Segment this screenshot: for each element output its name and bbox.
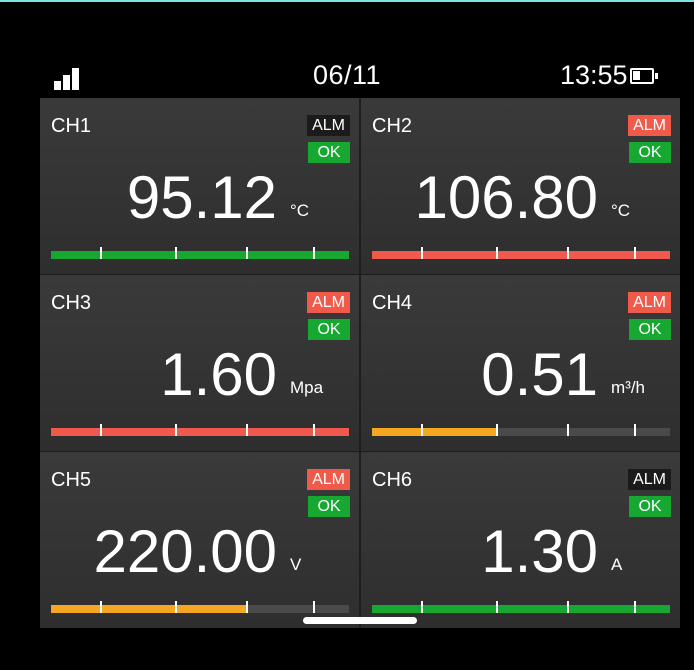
level-tick [567, 247, 569, 259]
channel-name: CH3 [51, 292, 92, 314]
channel-unit: Mpa [290, 378, 324, 397]
status-ok-badge: OK [308, 319, 350, 340]
status-ok-badge: OK [629, 319, 671, 340]
channel-name: CH1 [51, 115, 92, 137]
level-bar [51, 424, 349, 436]
channel-card-ch5[interactable]: CH5 ALM OK 220.00 V [40, 452, 359, 628]
level-tick [634, 247, 636, 259]
channel-unit: V [290, 555, 302, 574]
level-tick [175, 424, 177, 436]
level-tick [100, 601, 102, 613]
channel-unit: m³/h [611, 378, 645, 397]
device-screen: 06/11 13:55 CH1 ALM OK 95.12 °C CH2 ALM … [0, 0, 694, 670]
status-ok-badge: OK [308, 496, 350, 517]
level-bar [51, 247, 349, 259]
level-tick [421, 424, 423, 436]
level-tick [634, 601, 636, 613]
level-tick [421, 601, 423, 613]
channel-unit: °C [290, 201, 310, 220]
level-tick [175, 601, 177, 613]
channel-unit: A [611, 555, 623, 574]
level-tick [313, 247, 315, 259]
alarm-badge: ALM [628, 292, 671, 313]
level-tick [246, 247, 248, 259]
alarm-badge: ALM [628, 469, 671, 490]
channel-card-ch1[interactable]: CH1 ALM OK 95.12 °C [40, 98, 359, 274]
battery-icon [630, 68, 658, 84]
channel-card-ch4[interactable]: CH4 ALM OK 0.51 m³/h [361, 275, 680, 451]
level-tick [496, 601, 498, 613]
channel-name: CH4 [372, 292, 413, 314]
alarm-badge: ALM [307, 469, 350, 490]
level-tick [100, 424, 102, 436]
level-bar [51, 601, 349, 613]
level-tick [246, 601, 248, 613]
channel-name: CH5 [51, 469, 92, 491]
status-ok-badge: OK [629, 496, 671, 517]
channel-value: 1.30 [481, 518, 598, 585]
level-tick [496, 424, 498, 436]
status-time: 13:55 [560, 60, 628, 90]
level-tick [246, 424, 248, 436]
alarm-badge: ALM [307, 115, 350, 136]
channel-unit: °C [611, 201, 631, 220]
alarm-badge: ALM [307, 292, 350, 313]
channel-name: CH6 [372, 469, 413, 491]
channel-card-ch6[interactable]: CH6 ALM OK 1.30 A [361, 452, 680, 628]
channel-value: 106.80 [414, 164, 598, 231]
level-tick [421, 247, 423, 259]
alarm-badge: ALM [628, 115, 671, 136]
level-tick [100, 247, 102, 259]
level-bar-fill [372, 251, 670, 259]
level-bar [372, 424, 670, 436]
level-tick [496, 247, 498, 259]
level-tick [313, 424, 315, 436]
channel-value: 1.60 [160, 341, 277, 408]
level-tick [634, 424, 636, 436]
level-tick [313, 601, 315, 613]
level-bar-fill [372, 605, 670, 613]
channel-grid: CH1 ALM OK 95.12 °C CH2 ALM OK 106.80 °C… [40, 98, 680, 628]
level-bar-fill [51, 428, 349, 436]
level-bar-fill [51, 251, 349, 259]
level-bar-fill [51, 605, 248, 613]
level-bar [372, 601, 670, 613]
status-ok-badge: OK [629, 142, 671, 163]
level-tick [567, 601, 569, 613]
level-tick [175, 247, 177, 259]
channel-value: 220.00 [93, 518, 277, 585]
status-ok-badge: OK [308, 142, 350, 163]
level-bar [372, 247, 670, 259]
channel-value: 95.12 [126, 164, 277, 231]
channel-card-ch2[interactable]: CH2 ALM OK 106.80 °C [361, 98, 680, 274]
channel-name: CH2 [372, 115, 413, 137]
channel-card-ch3[interactable]: CH3 ALM OK 1.60 Mpa [40, 275, 359, 451]
level-bar-fill [372, 428, 498, 436]
home-indicator[interactable] [303, 617, 417, 624]
channel-value: 0.51 [481, 341, 598, 408]
level-tick [567, 424, 569, 436]
status-bar: 06/11 13:55 [0, 2, 694, 98]
